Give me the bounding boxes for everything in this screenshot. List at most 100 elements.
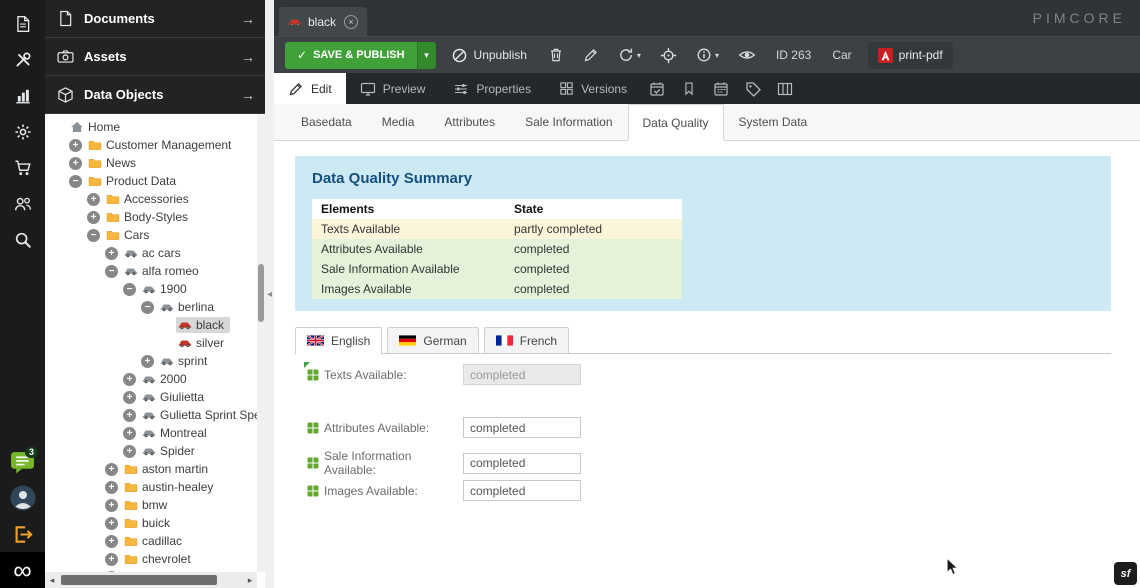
locate-in-tree-button[interactable] (654, 42, 683, 69)
expand-icon[interactable]: + (141, 355, 154, 368)
expand-icon[interactable]: + (105, 535, 118, 548)
save-options-caret[interactable]: ▾ (417, 42, 436, 69)
tree-item-home[interactable]: Home (45, 118, 257, 136)
tree-item-buick[interactable]: +buick (45, 514, 257, 532)
expand-icon[interactable]: + (105, 481, 118, 494)
tree-item-alfa-romeo[interactable]: −alfa romeo (45, 262, 257, 280)
close-tab-icon[interactable]: × (344, 15, 358, 29)
expand-icon[interactable]: + (69, 139, 82, 152)
info-button[interactable]: ▾ (690, 42, 725, 69)
field-input[interactable] (463, 453, 581, 474)
tab-black[interactable]: black × (279, 7, 367, 36)
scroll-right-icon[interactable]: ▸ (243, 575, 257, 586)
scroll-left-icon[interactable]: ◂ (45, 575, 59, 586)
expand-icon[interactable]: + (123, 373, 136, 386)
field-input[interactable] (463, 417, 581, 438)
expand-icon[interactable]: + (69, 157, 82, 170)
tree-item-chevrolet[interactable]: +chevrolet (45, 550, 257, 568)
language-tab-german[interactable]: German (387, 327, 478, 353)
reload-button[interactable]: ▾ (612, 42, 647, 69)
tree-item-product-data[interactable]: −Product Data (45, 172, 257, 190)
reports-layout-button[interactable] (769, 73, 801, 104)
tree-item-cars[interactable]: −Cars (45, 226, 257, 244)
horizontal-scroll-thumb[interactable] (61, 575, 217, 585)
expand-icon[interactable]: + (123, 391, 136, 404)
reports-button[interactable] (0, 78, 45, 114)
mode-tab-properties[interactable]: Properties (439, 73, 545, 104)
tree-item-news[interactable]: +News (45, 154, 257, 172)
open-preview-button[interactable] (732, 42, 762, 69)
print-pdf-button[interactable]: print-pdf (868, 42, 953, 69)
collapse-icon[interactable]: − (69, 175, 82, 188)
search-button[interactable] (0, 222, 45, 258)
rename-button[interactable] (577, 42, 605, 69)
tree-vertical-scrollbar[interactable] (257, 114, 265, 572)
horizontal-scroll-track[interactable] (59, 572, 243, 588)
calendar-button[interactable] (705, 73, 737, 104)
reload-dropdown-caret[interactable]: ▾ (637, 51, 641, 60)
language-tab-french[interactable]: French (484, 327, 569, 353)
notes-events-button[interactable] (673, 73, 705, 104)
logout-button[interactable] (0, 516, 45, 552)
user-avatar[interactable] (0, 480, 45, 516)
tree-item-2000[interactable]: +2000 (45, 370, 257, 388)
expand-icon[interactable]: + (87, 193, 100, 206)
settings-button[interactable] (0, 114, 45, 150)
tree-item-sprint[interactable]: +sprint (45, 352, 257, 370)
tree-item-ac-cars[interactable]: +ac cars (45, 244, 257, 262)
customers-button[interactable] (0, 186, 45, 222)
panel-assets[interactable]: Assets → (45, 38, 265, 76)
debug-toolbar-badge[interactable]: sf (1114, 562, 1137, 585)
ecommerce-button[interactable] (0, 150, 45, 186)
expand-icon[interactable]: + (105, 553, 118, 566)
panel-data-objects[interactable]: Data Objects → (45, 76, 265, 114)
mode-tab-versions[interactable]: Versions (545, 73, 641, 104)
tree-item-montreal[interactable]: +Montreal (45, 424, 257, 442)
collapse-icon[interactable]: − (141, 301, 154, 314)
collapse-sidebar-icon[interactable]: ◂ (267, 289, 272, 300)
tree-item-black[interactable]: black (45, 316, 257, 334)
unpublish-button[interactable]: Unpublish (443, 42, 535, 69)
vertical-scroll-thumb[interactable] (258, 264, 264, 322)
tree-item-body-styles[interactable]: +Body-Styles (45, 208, 257, 226)
expand-icon[interactable]: + (105, 499, 118, 512)
tree-item-accessories[interactable]: +Accessories (45, 190, 257, 208)
sidebar-splitter[interactable]: ◂ (265, 0, 274, 588)
field-input[interactable] (463, 364, 581, 385)
tree-item-berlina[interactable]: −berlina (45, 298, 257, 316)
scheduled-tasks-button[interactable] (641, 73, 673, 104)
tree-item-giulietta[interactable]: +Giulietta (45, 388, 257, 406)
tree-item-spider[interactable]: +Spider (45, 442, 257, 460)
content-tab-system-data[interactable]: System Data (724, 104, 823, 140)
save-publish-button[interactable]: ✓ SAVE & PUBLISH (285, 42, 417, 69)
field-input[interactable] (463, 480, 581, 501)
expand-icon[interactable]: + (123, 445, 136, 458)
mode-tab-edit[interactable]: Edit (274, 73, 346, 104)
expand-icon[interactable]: + (105, 463, 118, 476)
expand-icon[interactable]: + (123, 427, 136, 440)
tags-button[interactable] (737, 73, 769, 104)
content-tab-sale-information[interactable]: Sale Information (510, 104, 627, 140)
collapse-icon[interactable]: − (123, 283, 136, 296)
tree-item-austin-healey[interactable]: +austin-healey (45, 478, 257, 496)
tree-item-customer-management[interactable]: +Customer Management (45, 136, 257, 154)
content-tab-attributes[interactable]: Attributes (429, 104, 510, 140)
content-tab-basedata[interactable]: Basedata (286, 104, 367, 140)
delete-button[interactable] (542, 42, 570, 69)
language-tab-english[interactable]: English (295, 327, 382, 353)
expand-icon[interactable]: + (123, 409, 136, 422)
tree-item-silver[interactable]: silver (45, 334, 257, 352)
notifications-button[interactable]: 3 (0, 444, 45, 480)
expand-icon[interactable]: + (87, 211, 100, 224)
tree-item-cadillac[interactable]: +cadillac (45, 532, 257, 550)
info-dropdown-caret[interactable]: ▾ (715, 51, 719, 60)
expand-icon[interactable]: + (105, 517, 118, 530)
file-button[interactable] (0, 6, 45, 42)
panel-documents[interactable]: Documents → (45, 0, 265, 38)
tree-item-gulietta-sprint-specia[interactable]: +Gulietta Sprint Specia (45, 406, 257, 424)
mode-tab-preview[interactable]: Preview (346, 73, 440, 104)
collapse-icon[interactable]: − (105, 265, 118, 278)
content-tab-media[interactable]: Media (367, 104, 430, 140)
tree-item-bmw[interactable]: +bmw (45, 496, 257, 514)
collapse-icon[interactable]: − (87, 229, 100, 242)
